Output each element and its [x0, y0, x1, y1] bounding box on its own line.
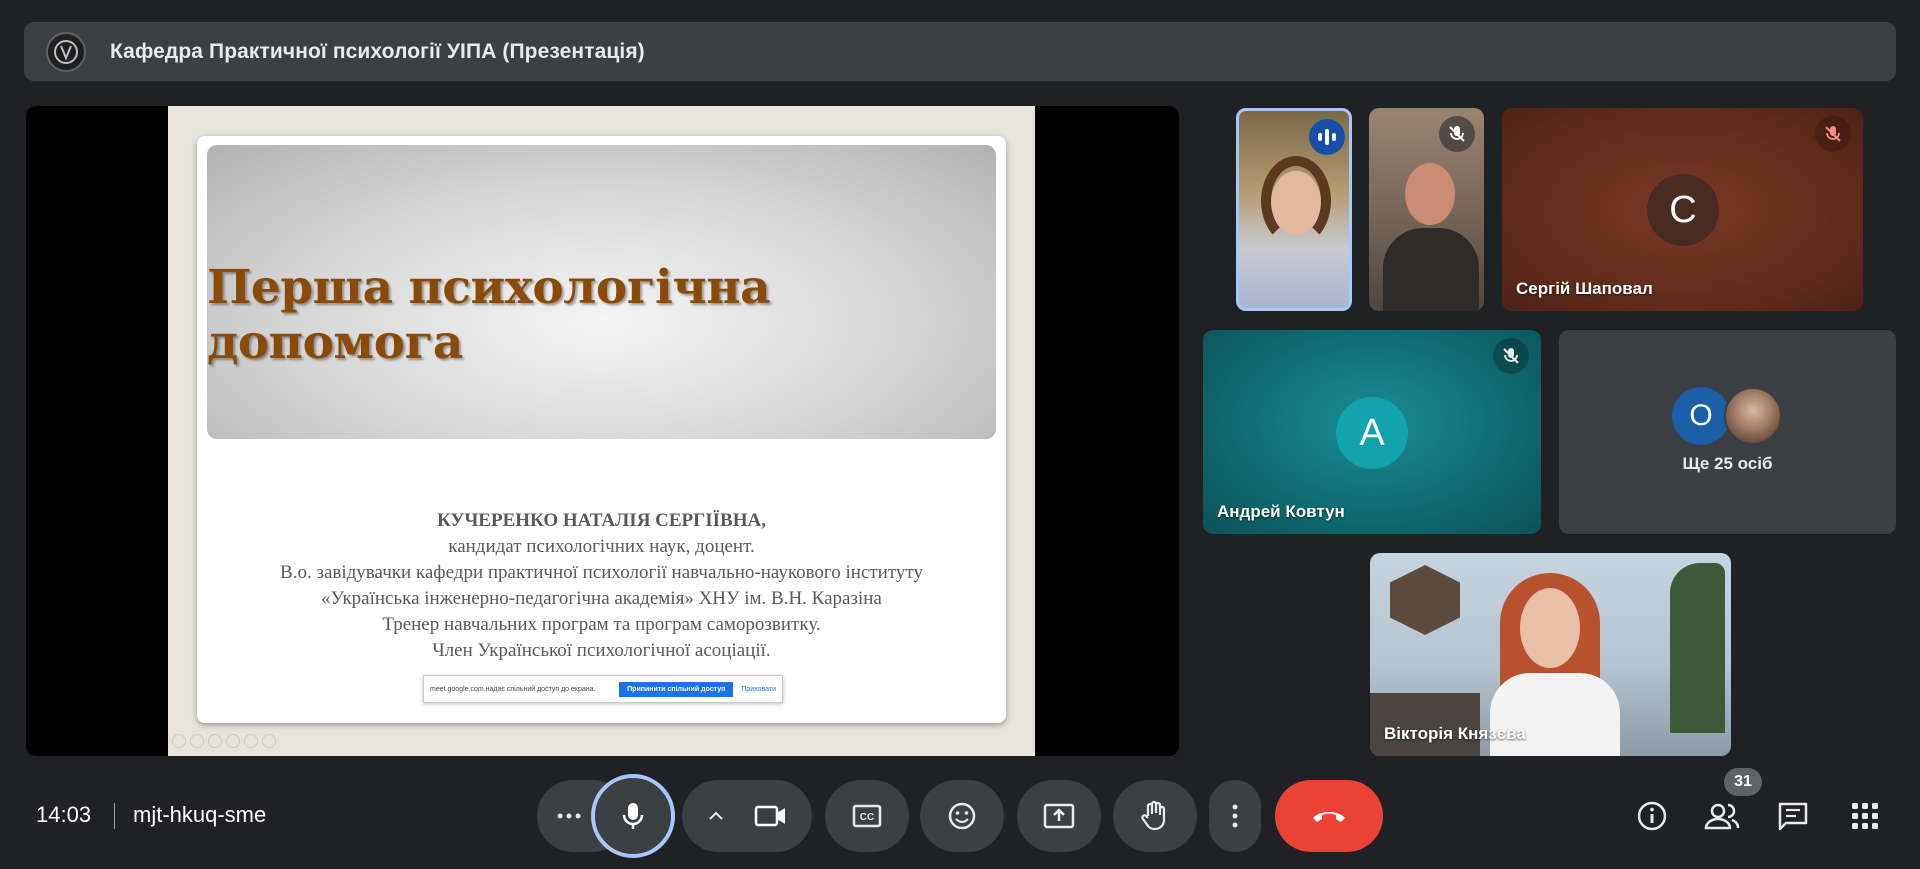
camera-button[interactable] [682, 780, 812, 852]
more-vertical-icon [1232, 804, 1238, 828]
avatar [1724, 387, 1782, 445]
activities-button[interactable] [1847, 798, 1883, 834]
slide: Перша психологічна допомога КУЧЕРЕНКО НА… [197, 136, 1006, 723]
divider [114, 803, 115, 829]
reactions-button[interactable] [920, 780, 1004, 852]
apps-grid-icon [1852, 803, 1878, 829]
slide-line: «Українська інженерно-педагогічна академ… [321, 588, 882, 609]
slide-nav-controls [172, 734, 276, 748]
participant-tile[interactable] [1369, 108, 1484, 311]
avatar: С [1647, 174, 1719, 246]
share-notice: meet.google.com надає спільний доступ до… [423, 675, 783, 703]
participant-name: Андрей Ковтун [1217, 502, 1345, 521]
chat-icon [1778, 802, 1808, 831]
end-call-icon [1313, 812, 1345, 822]
participant-video [1405, 163, 1455, 225]
participant-tile[interactable]: С Сергій Шаповал [1502, 108, 1863, 311]
stop-sharing-button[interactable]: Припинити спільний доступ [619, 681, 734, 697]
avatar-initial: С [1669, 188, 1697, 231]
participant-tile[interactable]: Вікторія Князєва [1370, 553, 1731, 756]
participant-video [1261, 156, 1331, 246]
meeting-details-button[interactable] [1634, 798, 1670, 834]
meeting-code: mjt-hkuq-sme [133, 802, 267, 827]
avatar-initial: А [1359, 411, 1385, 454]
hand-icon [1141, 800, 1166, 831]
participant-name: Вікторія Князєва [1384, 724, 1526, 743]
people-button[interactable] [1704, 798, 1740, 834]
slide-title: Перша психологічна допомога [207, 259, 771, 370]
clock: 14:03 [36, 802, 92, 827]
mic-off-icon [1439, 116, 1475, 152]
leave-call-button[interactable] [1275, 780, 1383, 852]
slide-banner: Перша психологічна допомога [207, 145, 996, 439]
chevron-up-icon [709, 811, 723, 820]
more-participants-tile[interactable]: О Ще 25 осіб [1559, 330, 1896, 534]
participant-name: Сергій Шаповал [1516, 279, 1653, 298]
more-options-button[interactable] [1209, 780, 1261, 852]
share-notice-text: meet.google.com надає спільний доступ до… [430, 685, 596, 693]
more-horizontal-icon [557, 813, 581, 819]
microphone-button[interactable] [591, 774, 675, 858]
slide-nav-icon [226, 734, 240, 748]
hide-notice-button[interactable]: Приховати [741, 686, 776, 693]
participant-tile[interactable]: А Андрей Ковтун [1203, 330, 1541, 534]
captions-button[interactable]: CC [825, 780, 909, 852]
microphone-icon [622, 803, 644, 829]
avatar-initial: О [1689, 399, 1713, 432]
slide-line: КУЧЕРЕНКО НАТАЛІЯ СЕРГІЇВНА, [437, 510, 766, 531]
slide-nav-icon [244, 734, 258, 748]
participant-video [1520, 588, 1580, 668]
present-screen-icon [1043, 803, 1075, 829]
participant-video [1383, 228, 1479, 311]
slide-line: В.о. завідувачки кафедри практичної псих… [280, 562, 923, 583]
more-participants-label: Ще 25 осіб [1682, 454, 1773, 473]
slide-nav-icon [262, 734, 276, 748]
avatar: О [1672, 387, 1730, 445]
slide-body: КУЧЕРЕНКО НАТАЛІЯ СЕРГІЇВНА, кандидат пс… [197, 508, 1006, 664]
raise-hand-button[interactable] [1113, 780, 1197, 852]
slide-nav-icon [190, 734, 204, 748]
mic-off-icon [1493, 338, 1529, 374]
mic-off-icon [1815, 116, 1851, 152]
slide-nav-icon [172, 734, 186, 748]
slide-line: Член Української психологічної асоціації… [432, 640, 771, 661]
slide-frame: Перша психологічна допомога КУЧЕРЕНКО НА… [168, 106, 1035, 756]
present-screen-button[interactable] [1017, 780, 1101, 852]
presentation-stage[interactable]: Перша психологічна допомога КУЧЕРЕНКО НА… [26, 106, 1179, 756]
people-icon [1704, 803, 1740, 830]
speaking-indicator-icon [1309, 119, 1345, 155]
participant-tile[interactable] [1236, 108, 1352, 311]
info-icon [1637, 801, 1667, 831]
camera-icon [754, 805, 785, 827]
avatar: А [1336, 397, 1408, 469]
slide-line: Тренер навчальних програм та програм сам… [382, 614, 821, 635]
slide-nav-icon [208, 734, 222, 748]
participants-count-badge: 31 [1724, 768, 1762, 796]
presentation-bar: Кафедра Практичної психології УІПА (През… [24, 22, 1896, 81]
emoji-icon [948, 802, 976, 830]
captions-icon: CC [852, 804, 882, 828]
presentation-title: Кафедра Практичної психології УІПА (През… [110, 39, 645, 63]
slide-line: кандидат психологічних наук, доцент. [448, 536, 755, 557]
chat-button[interactable] [1775, 798, 1811, 834]
participant-video [1670, 563, 1725, 733]
svg-text:CC: CC [860, 812, 874, 823]
presenter-logo-icon [46, 31, 86, 72]
participant-video [1390, 565, 1460, 635]
